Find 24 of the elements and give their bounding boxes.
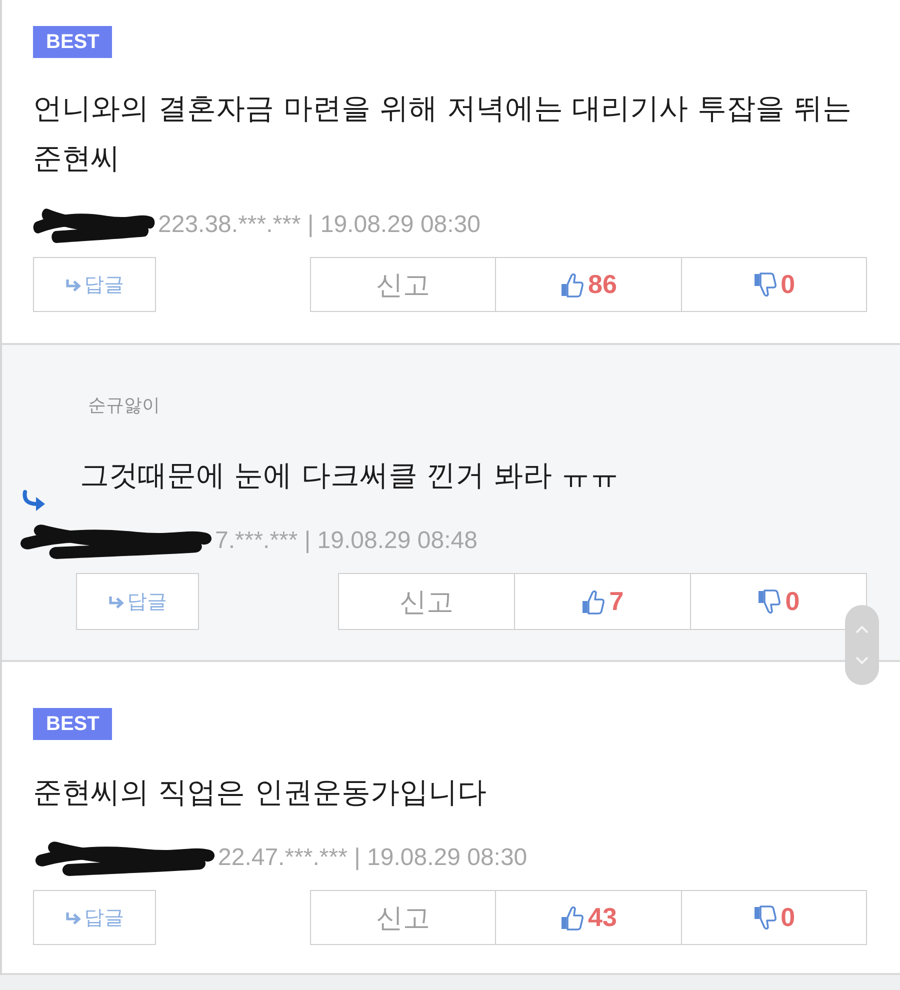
reply-button[interactable]: 답글 [33, 890, 156, 945]
comment-text: 그것때문에 눈에 다크써클 낀거 봐라 ㅠㅠ [80, 457, 620, 494]
comment-text: 언니와의 결혼자금 마련을 위해 저녁에는 대리기사 투잡을 뛰는 준현씨 [33, 90, 853, 177]
best-badge: BEST [33, 708, 112, 740]
thumbs-down-icon [752, 272, 777, 298]
comment-text: 준현씨의 직업은 인권운동가입니다 [33, 774, 486, 811]
reply-arrow-icon [65, 910, 81, 924]
thumbs-up-icon [581, 588, 606, 614]
best-badge: BEST [33, 26, 112, 58]
reply-arrow-icon [65, 278, 81, 292]
reply-button[interactable]: 답글 [33, 257, 156, 312]
reply-button[interactable]: 답글 [76, 573, 199, 630]
thumbs-down-icon [752, 904, 777, 930]
chevron-down-icon[interactable] [855, 656, 869, 665]
thumbs-down-icon [757, 588, 782, 614]
ip-and-date: 7.***.*** | 19.08.29 08:48 [215, 527, 478, 555]
thumbs-up-icon [560, 272, 584, 298]
scroll-control[interactable] [845, 605, 879, 685]
reply-arrow-icon [108, 594, 124, 608]
nickname: 순규앓이 [88, 394, 160, 418]
ip-and-date: 223.38.***.*** | 19.08.29 08:30 [158, 211, 480, 239]
thumbs-up-icon [560, 904, 584, 930]
chevron-up-icon[interactable] [855, 625, 869, 634]
ip-and-date: 22.47.***.*** | 19.08.29 08:30 [218, 844, 528, 872]
